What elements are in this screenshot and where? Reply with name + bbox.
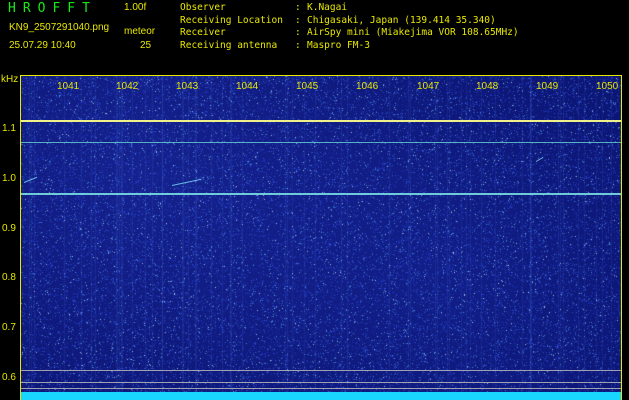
info-separator: : (295, 39, 301, 51)
baseline-band (20, 392, 622, 400)
observation-info: Observer : K.Nagai Receiving Location : … (180, 2, 519, 52)
meteor-count-value: 25 (140, 40, 152, 51)
frequency-tick-label: 0.6 (2, 372, 16, 383)
time-tick-label: 1047 (417, 81, 440, 92)
info-value: Maspro FM-3 (307, 39, 370, 51)
time-tick-label: 1044 (236, 81, 259, 92)
info-row-receiver: Receiver : AirSpy mini (Miakejima VOR 10… (180, 27, 519, 40)
plot-left-border (20, 75, 21, 400)
time-tick-label: 1046 (356, 81, 379, 92)
info-row-location: Receiving Location : Chigasaki, Japan (1… (180, 15, 519, 28)
frequency-unit-label: kHz (1, 74, 19, 85)
info-key: Receiver (180, 27, 226, 38)
reference-line (20, 382, 622, 383)
time-tick-label: 1050 (596, 81, 619, 92)
time-tick-label: 1041 (57, 81, 80, 92)
info-key: Receiving antenna (180, 39, 278, 51)
time-tick-label: 1042 (116, 81, 139, 92)
app-version: 1.00f (124, 2, 147, 13)
plot-right-border (621, 75, 622, 400)
frequency-tick-label: 0.9 (2, 223, 16, 234)
info-separator: : (295, 27, 301, 38)
time-tick-label: 1043 (176, 81, 199, 92)
frequency-tick-label: 1.0 (2, 173, 16, 184)
info-separator: : (295, 14, 301, 26)
info-row-observer: Observer : K.Nagai (180, 2, 519, 15)
app-title: HROFFT (8, 1, 97, 16)
reference-line (20, 388, 622, 389)
info-key: Receiving Location (180, 14, 283, 26)
image-filename: KN9_2507291040.png (9, 22, 110, 33)
meteor-count-label: meteor (124, 26, 156, 37)
hrofft-window: HROFFT 1.00f KN9_2507291040.png 25.07.29… (0, 0, 629, 400)
spectrogram-noise (20, 75, 622, 400)
time-tick-label: 1045 (296, 81, 319, 92)
time-tick-label: 1049 (536, 81, 559, 92)
frequency-tick-label: 1.1 (2, 123, 16, 134)
frequency-tick-label: 0.7 (2, 322, 16, 333)
frequency-tick-label: 0.8 (2, 272, 16, 283)
info-value: Chigasaki, Japan (139.414 35.340) (307, 14, 496, 26)
info-value: K.Nagai (307, 2, 348, 13)
time-tick-label: 1048 (476, 81, 499, 92)
info-key: Observer (180, 2, 226, 13)
info-value: AirSpy mini (Miakejima VOR 108.65MHz) (307, 27, 519, 38)
info-row-antenna: Receiving antenna : Maspro FM-3 (180, 40, 519, 53)
info-separator: : (295, 2, 301, 13)
observation-timestamp: 25.07.29 10:40 (9, 40, 76, 51)
spectrogram (20, 75, 622, 400)
plot-top-border (20, 75, 622, 76)
reference-line (20, 370, 622, 371)
